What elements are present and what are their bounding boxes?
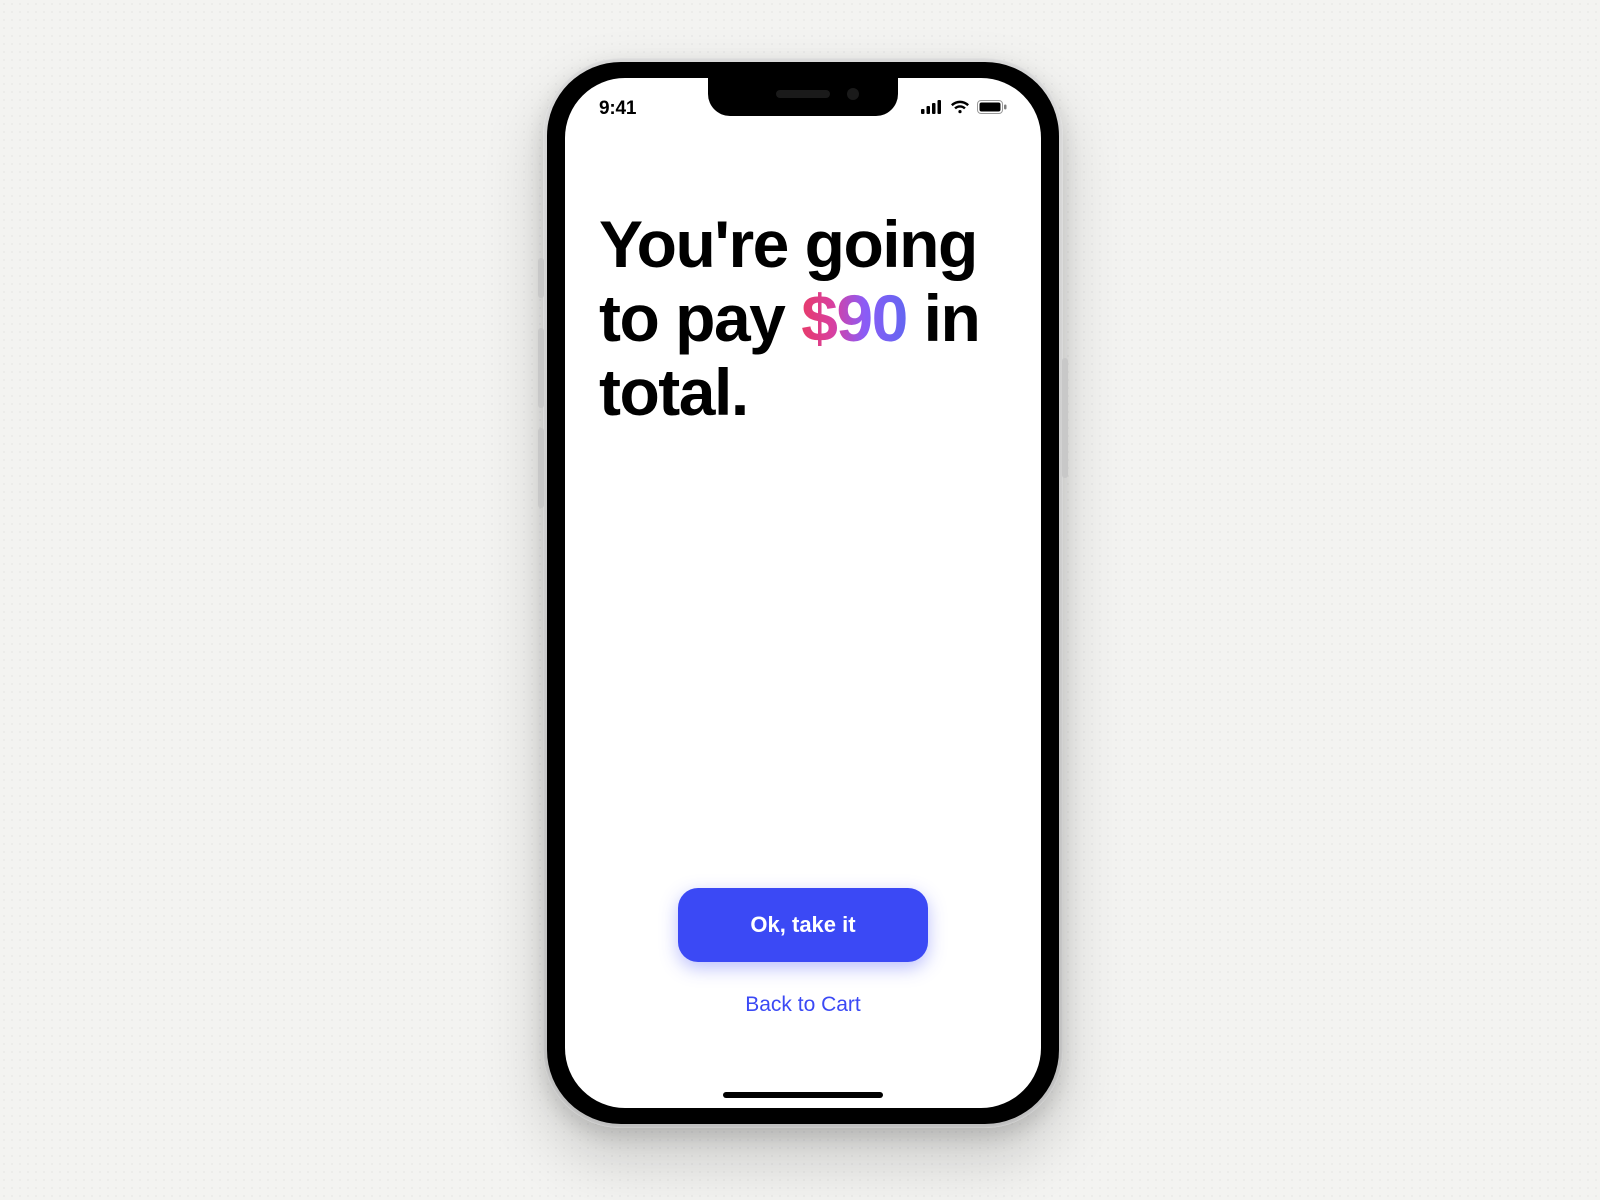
- front-camera: [847, 88, 859, 100]
- phone-screen: 9:41: [565, 78, 1041, 1108]
- cellular-signal-icon: [921, 100, 943, 119]
- back-to-cart-link[interactable]: Back to Cart: [739, 992, 867, 1018]
- checkout-actions: Ok, take it Back to Cart: [565, 888, 1041, 1018]
- phone-bezel: 9:41: [547, 62, 1059, 1124]
- checkout-summary: You're going to pay $90 in total.: [599, 208, 1007, 430]
- phone-device-frame: 9:41: [543, 58, 1063, 1128]
- mute-switch: [538, 258, 544, 298]
- home-indicator[interactable]: [723, 1092, 883, 1098]
- volume-down-button: [538, 428, 544, 508]
- wifi-icon: [950, 100, 970, 119]
- device-notch: [708, 78, 898, 116]
- checkout-headline: You're going to pay $90 in total.: [599, 208, 1007, 430]
- power-button: [1062, 358, 1068, 478]
- confirm-payment-button[interactable]: Ok, take it: [678, 888, 928, 962]
- headline-amount: $90: [801, 281, 907, 355]
- battery-icon: [977, 100, 1007, 119]
- status-indicators: [921, 94, 1007, 119]
- speaker-grille: [776, 90, 830, 98]
- volume-up-button: [538, 328, 544, 408]
- status-time: 9:41: [599, 92, 636, 120]
